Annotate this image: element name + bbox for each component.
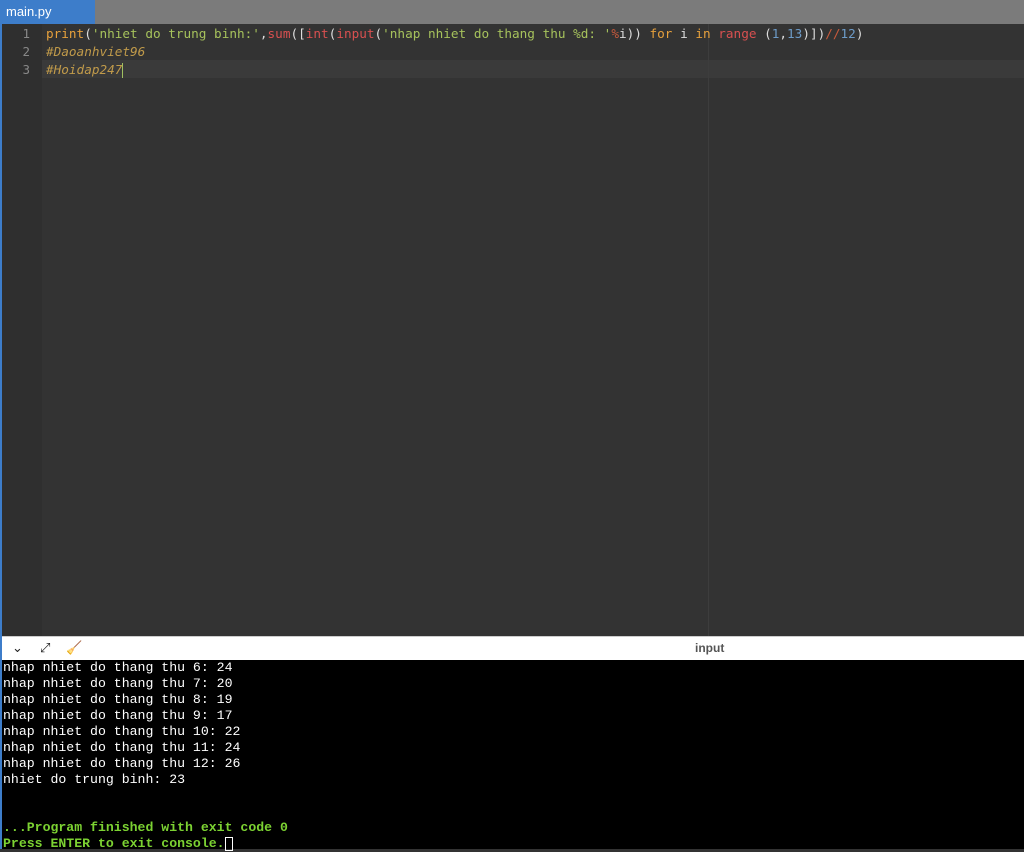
console-line: nhap nhiet do thang thu 12: 26 <box>3 756 241 771</box>
token: )]) <box>802 26 826 41</box>
program-finished-message: ...Program finished with exit code 0 <box>3 820 288 835</box>
console-cursor <box>224 836 233 851</box>
token: , <box>779 26 788 41</box>
token: 'nhiet do trung binh:' <box>91 26 260 41</box>
console-line: nhap nhiet do thang thu 11: 24 <box>3 740 241 755</box>
token: range <box>718 26 757 41</box>
code-line-1: print('nhiet do trung binh:',sum([int(in… <box>46 25 863 43</box>
line-number-gutter <box>2 24 42 636</box>
console-toolbar: ⌄ ⤢ 🧹 input <box>2 636 1024 660</box>
text-cursor <box>122 63 124 78</box>
line-number: 3 <box>22 62 30 77</box>
token: in <box>695 26 711 41</box>
token: for <box>649 26 673 41</box>
print-margin-guide <box>708 24 709 636</box>
token: ( <box>756 26 772 41</box>
tab-main-py[interactable]: main.py <box>0 0 95 24</box>
tab-bar: main.py <box>0 0 1024 24</box>
expand-icon[interactable]: ⤢ <box>40 641 50 656</box>
token: input <box>336 26 375 41</box>
chevron-down-icon[interactable]: ⌄ <box>12 641 23 656</box>
token: ) <box>855 26 864 41</box>
token: print <box>46 26 85 41</box>
clear-console-icon[interactable]: 🧹 <box>66 641 82 656</box>
line-number: 1 <box>22 26 30 41</box>
token: ( <box>374 26 383 41</box>
token: ( <box>84 26 92 41</box>
token: i <box>672 26 696 41</box>
console-line: nhap nhiet do thang thu 9: 17 <box>3 708 233 723</box>
token: ([ <box>290 26 306 41</box>
token: // <box>825 26 841 41</box>
token: 'nhap nhiet do thang thu %d: ' <box>382 26 612 41</box>
token: , <box>259 26 268 41</box>
token: sum <box>267 26 291 41</box>
active-line-highlight <box>42 60 1024 78</box>
token: 12 <box>840 26 856 41</box>
token: int <box>305 26 329 41</box>
console-line: nhap nhiet do thang thu 8: 19 <box>3 692 233 707</box>
console-line: nhiet do trung binh: 23 <box>3 772 186 787</box>
token: 13 <box>787 26 803 41</box>
console-line: nhap nhiet do thang thu 10: 22 <box>3 724 241 739</box>
comment: #Hoidap247 <box>46 62 123 77</box>
code-line-3: #Hoidap247 <box>46 61 124 79</box>
console-line: nhap nhiet do thang thu 7: 20 <box>3 676 233 691</box>
console-line: nhap nhiet do thang thu 6: 24 <box>3 660 233 675</box>
input-label: input <box>695 641 725 655</box>
code-editor[interactable] <box>42 24 1024 636</box>
token: i)) <box>618 26 650 41</box>
code-line-2: #Daoanhviet96 <box>46 44 146 59</box>
token: % <box>611 26 619 41</box>
line-number: 2 <box>22 44 30 59</box>
console-output[interactable]: nhap nhiet do thang thu 6: 24 nhap nhiet … <box>2 660 1024 851</box>
